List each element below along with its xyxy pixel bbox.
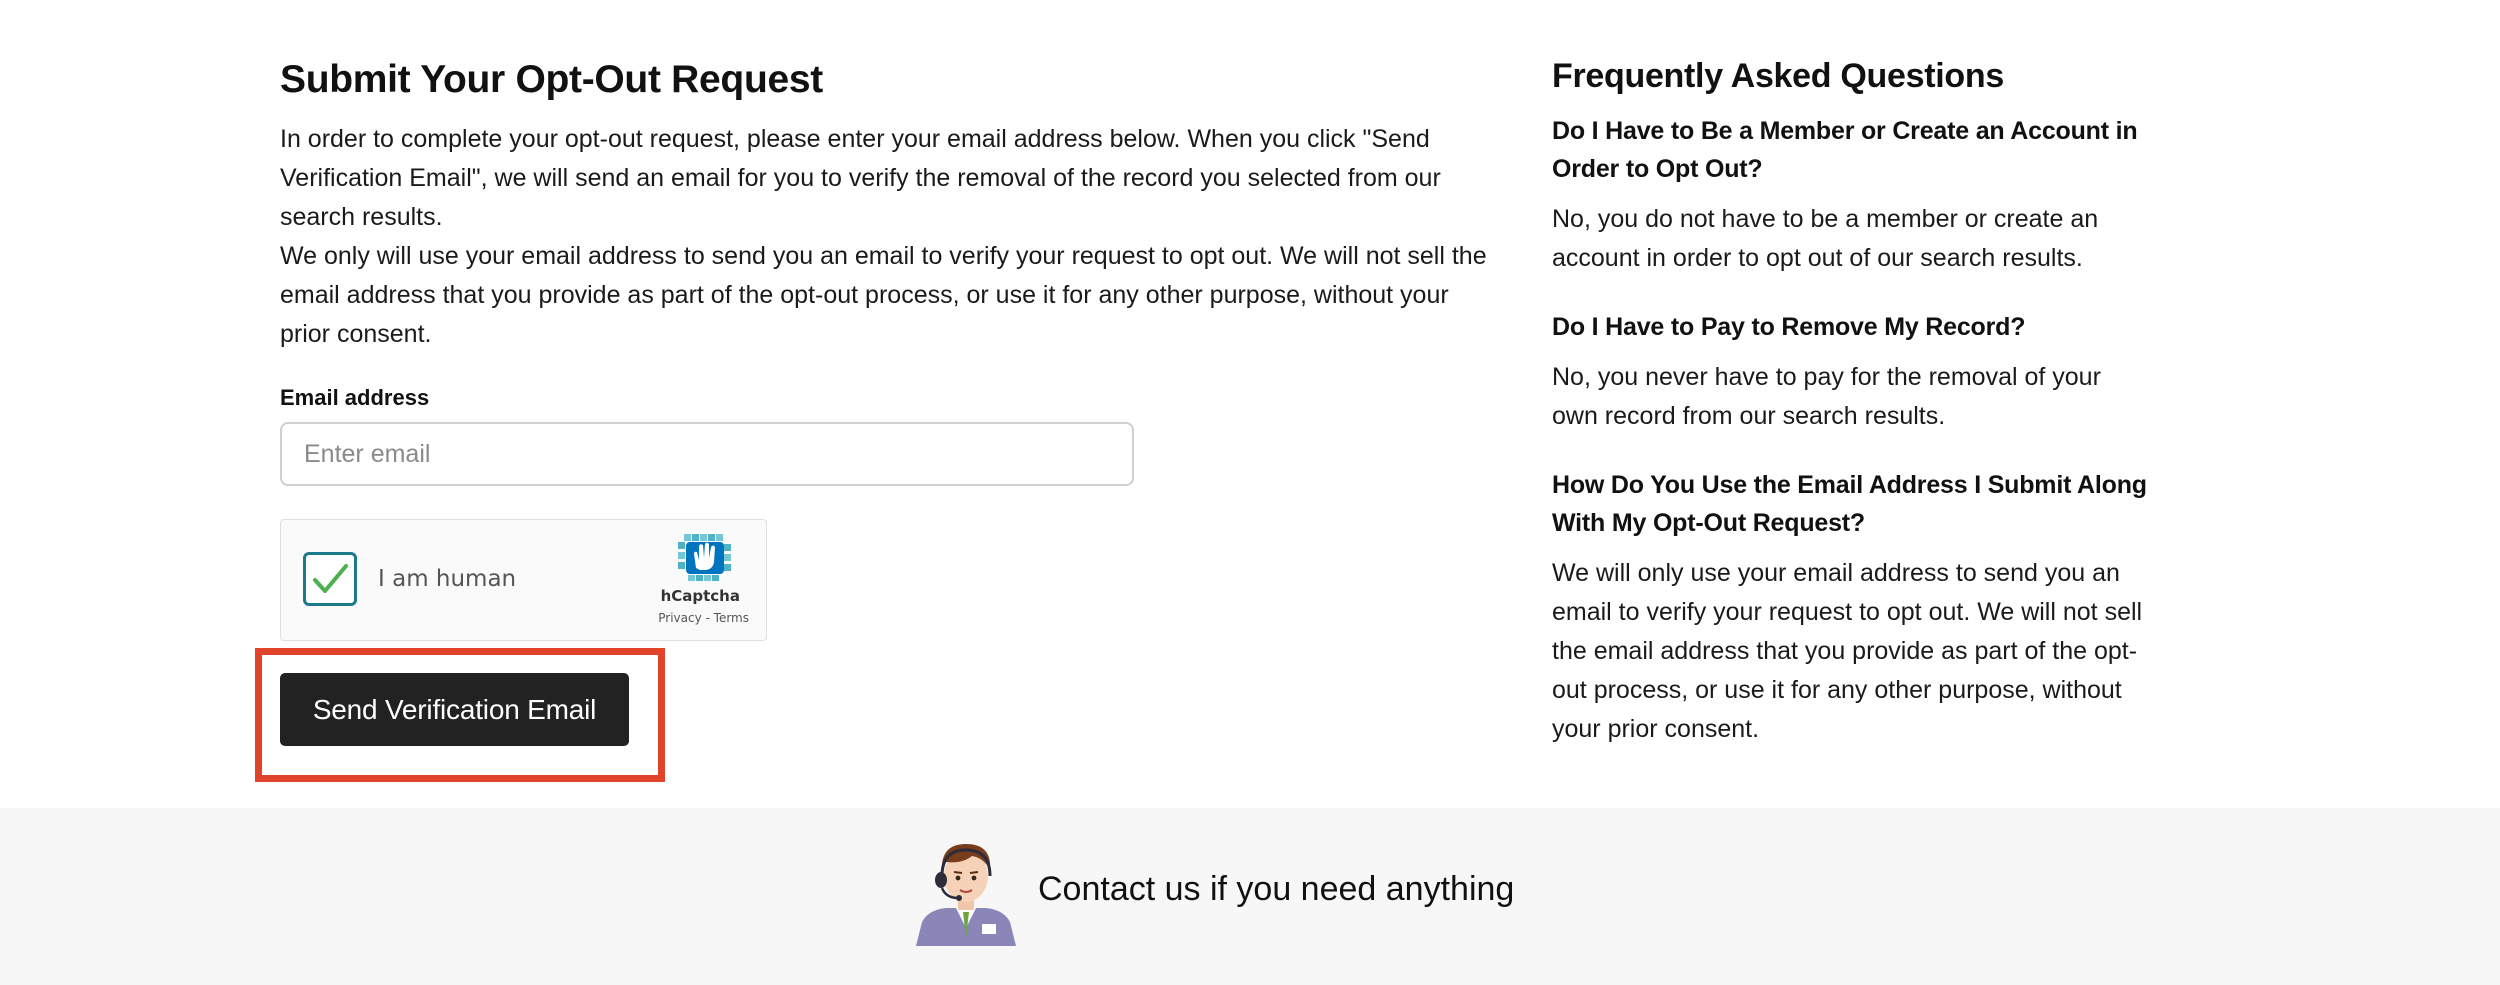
intro-text: In order to complete your opt-out reques… <box>280 120 1505 354</box>
email-input[interactable] <box>280 422 1134 486</box>
faq-question: Do I Have to Pay to Remove My Record? <box>1552 313 2026 341</box>
faq-item: How Do You Use the Email Address I Submi… <box>1552 466 2152 749</box>
faq-question: How Do You Use the Email Address I Submi… <box>1552 471 2147 537</box>
faq-answer: We will only use your email address to s… <box>1552 559 2143 743</box>
checkmark-icon <box>313 564 348 593</box>
intro-paragraph-1: In order to complete your opt-out reques… <box>280 125 1441 231</box>
faq-title: Frequently Asked Questions <box>1552 57 2004 95</box>
faq-section: Frequently Asked Questions Do I Have to … <box>1552 52 2152 749</box>
faq-item: Do I Have to Be a Member or Create an Ac… <box>1552 112 2152 278</box>
captcha-label: I am human <box>378 566 517 592</box>
support-agent-icon <box>916 844 1016 946</box>
opt-out-form-section: Submit Your Opt-Out Request In order to … <box>280 52 1505 354</box>
faq-answer: No, you do not have to be a member or cr… <box>1552 205 2099 272</box>
email-label: Email address <box>280 385 430 410</box>
intro-paragraph-2: We only will use your email address to s… <box>280 242 1487 348</box>
contact-text: Contact us if you need anything <box>1038 870 1515 908</box>
footer-contact: Contact us if you need anything <box>0 808 2500 985</box>
captcha-links[interactable]: Privacy - Terms <box>658 611 749 625</box>
page-title: Submit Your Opt-Out Request <box>280 58 823 101</box>
send-verification-email-button[interactable]: Send Verification Email <box>280 673 629 746</box>
faq-answer: No, you never have to pay for the remova… <box>1552 363 2101 430</box>
captcha-brand: hCaptcha <box>660 587 740 605</box>
captcha-checkbox[interactable] <box>303 552 357 606</box>
hcaptcha-widget: I am human hCaptcha Privacy - Terms <box>280 519 767 641</box>
faq-question: Do I Have to Be a Member or Create an Ac… <box>1552 117 2138 183</box>
hcaptcha-hand-icon <box>678 534 731 581</box>
faq-item: Do I Have to Pay to Remove My Record? No… <box>1552 308 2152 436</box>
